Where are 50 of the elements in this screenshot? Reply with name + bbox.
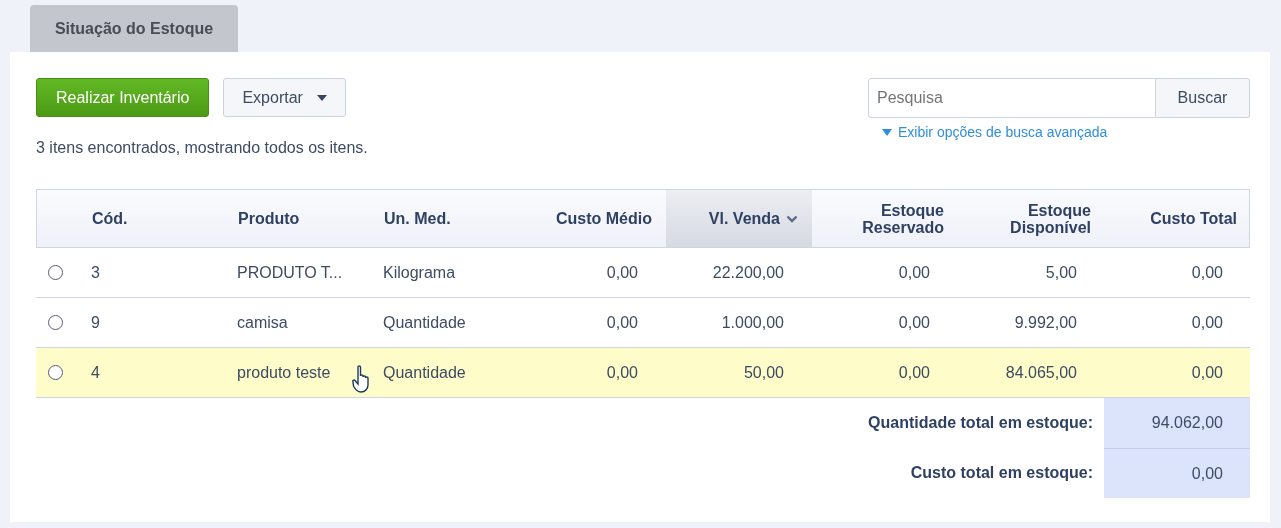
table-cell: 0,00 [606,313,638,332]
sort-column-header[interactable]: Vl. Venda [708,210,780,227]
table-cell: 1.000,00 [721,313,784,332]
total-value: 94.062,00 [1104,398,1250,448]
triangle-down-icon [882,128,892,136]
search-field[interactable]: Pesquisa [868,78,1156,118]
table-cell: 0,00 [898,313,930,332]
export-button[interactable]: Exportar [223,78,346,117]
table-cell: 84.065,00 [1005,363,1077,382]
column-header: Estoque Reservado [861,201,944,236]
table-cell: 0,00 [1191,313,1223,332]
total-value: 0,00 [1104,448,1250,498]
table-row[interactable]: 4 produto teste Quantidade 0,00 50,00 0,00 84.065,00 0,00 [36,348,1250,398]
table-cell: Quantidade [383,363,466,382]
total-label: Custo total em estoque: [910,463,1094,483]
radio-button[interactable] [48,365,63,380]
table-cell: 50,00 [743,363,784,382]
column-header: Estoque Disponível [1009,201,1091,236]
caret-icon [316,94,327,101]
table-cell: 4 [91,363,100,382]
radio-button[interactable] [48,315,63,330]
table-cell: camisa [237,313,288,332]
search-button[interactable]: Buscar [1156,78,1250,118]
column-header: Custo Total [1150,210,1237,227]
table-cell: 5,00 [1045,263,1077,282]
table-cell: 0,00 [898,363,930,382]
table-cell: 9.992,00 [1014,313,1077,332]
result-count: 3 itens encontrados, mostrando todos os itens. [36,139,368,157]
table-cell: 9 [91,313,100,332]
table-cell: Quantidade [383,313,466,332]
table-cell: 22.200,00 [712,263,784,282]
column-header: Produto [237,210,300,227]
table-cell: 0,00 [1191,363,1223,382]
table-cell: 0,00 [606,263,638,282]
table-cell: PRODUTO T... [237,263,343,282]
table-cell: produto teste [237,363,331,382]
total-label: Quantidade total em estoque: [868,413,1094,433]
advanced-search-link[interactable]: Exibir opções de busca avançada [882,124,1108,140]
tab[interactable]: Situação do Estoque [30,5,238,52]
table-cell: 0,00 [1191,263,1223,282]
table-cell: 3 [91,263,100,282]
column-header: Un. Med. [383,210,451,227]
table-row[interactable]: 3 PRODUTO T... Kilograma 0,00 22.200,00 0,00 5,00 0,00 [36,248,1250,298]
table-cell: Kilograma [383,263,456,282]
table-cell: 0,00 [898,263,930,282]
chevron-down-icon [786,214,798,223]
table-cell: 0,00 [606,363,638,382]
radio-button[interactable] [48,265,63,280]
column-header: Custo Médio [556,210,652,227]
column-header: Cód. [91,210,128,227]
